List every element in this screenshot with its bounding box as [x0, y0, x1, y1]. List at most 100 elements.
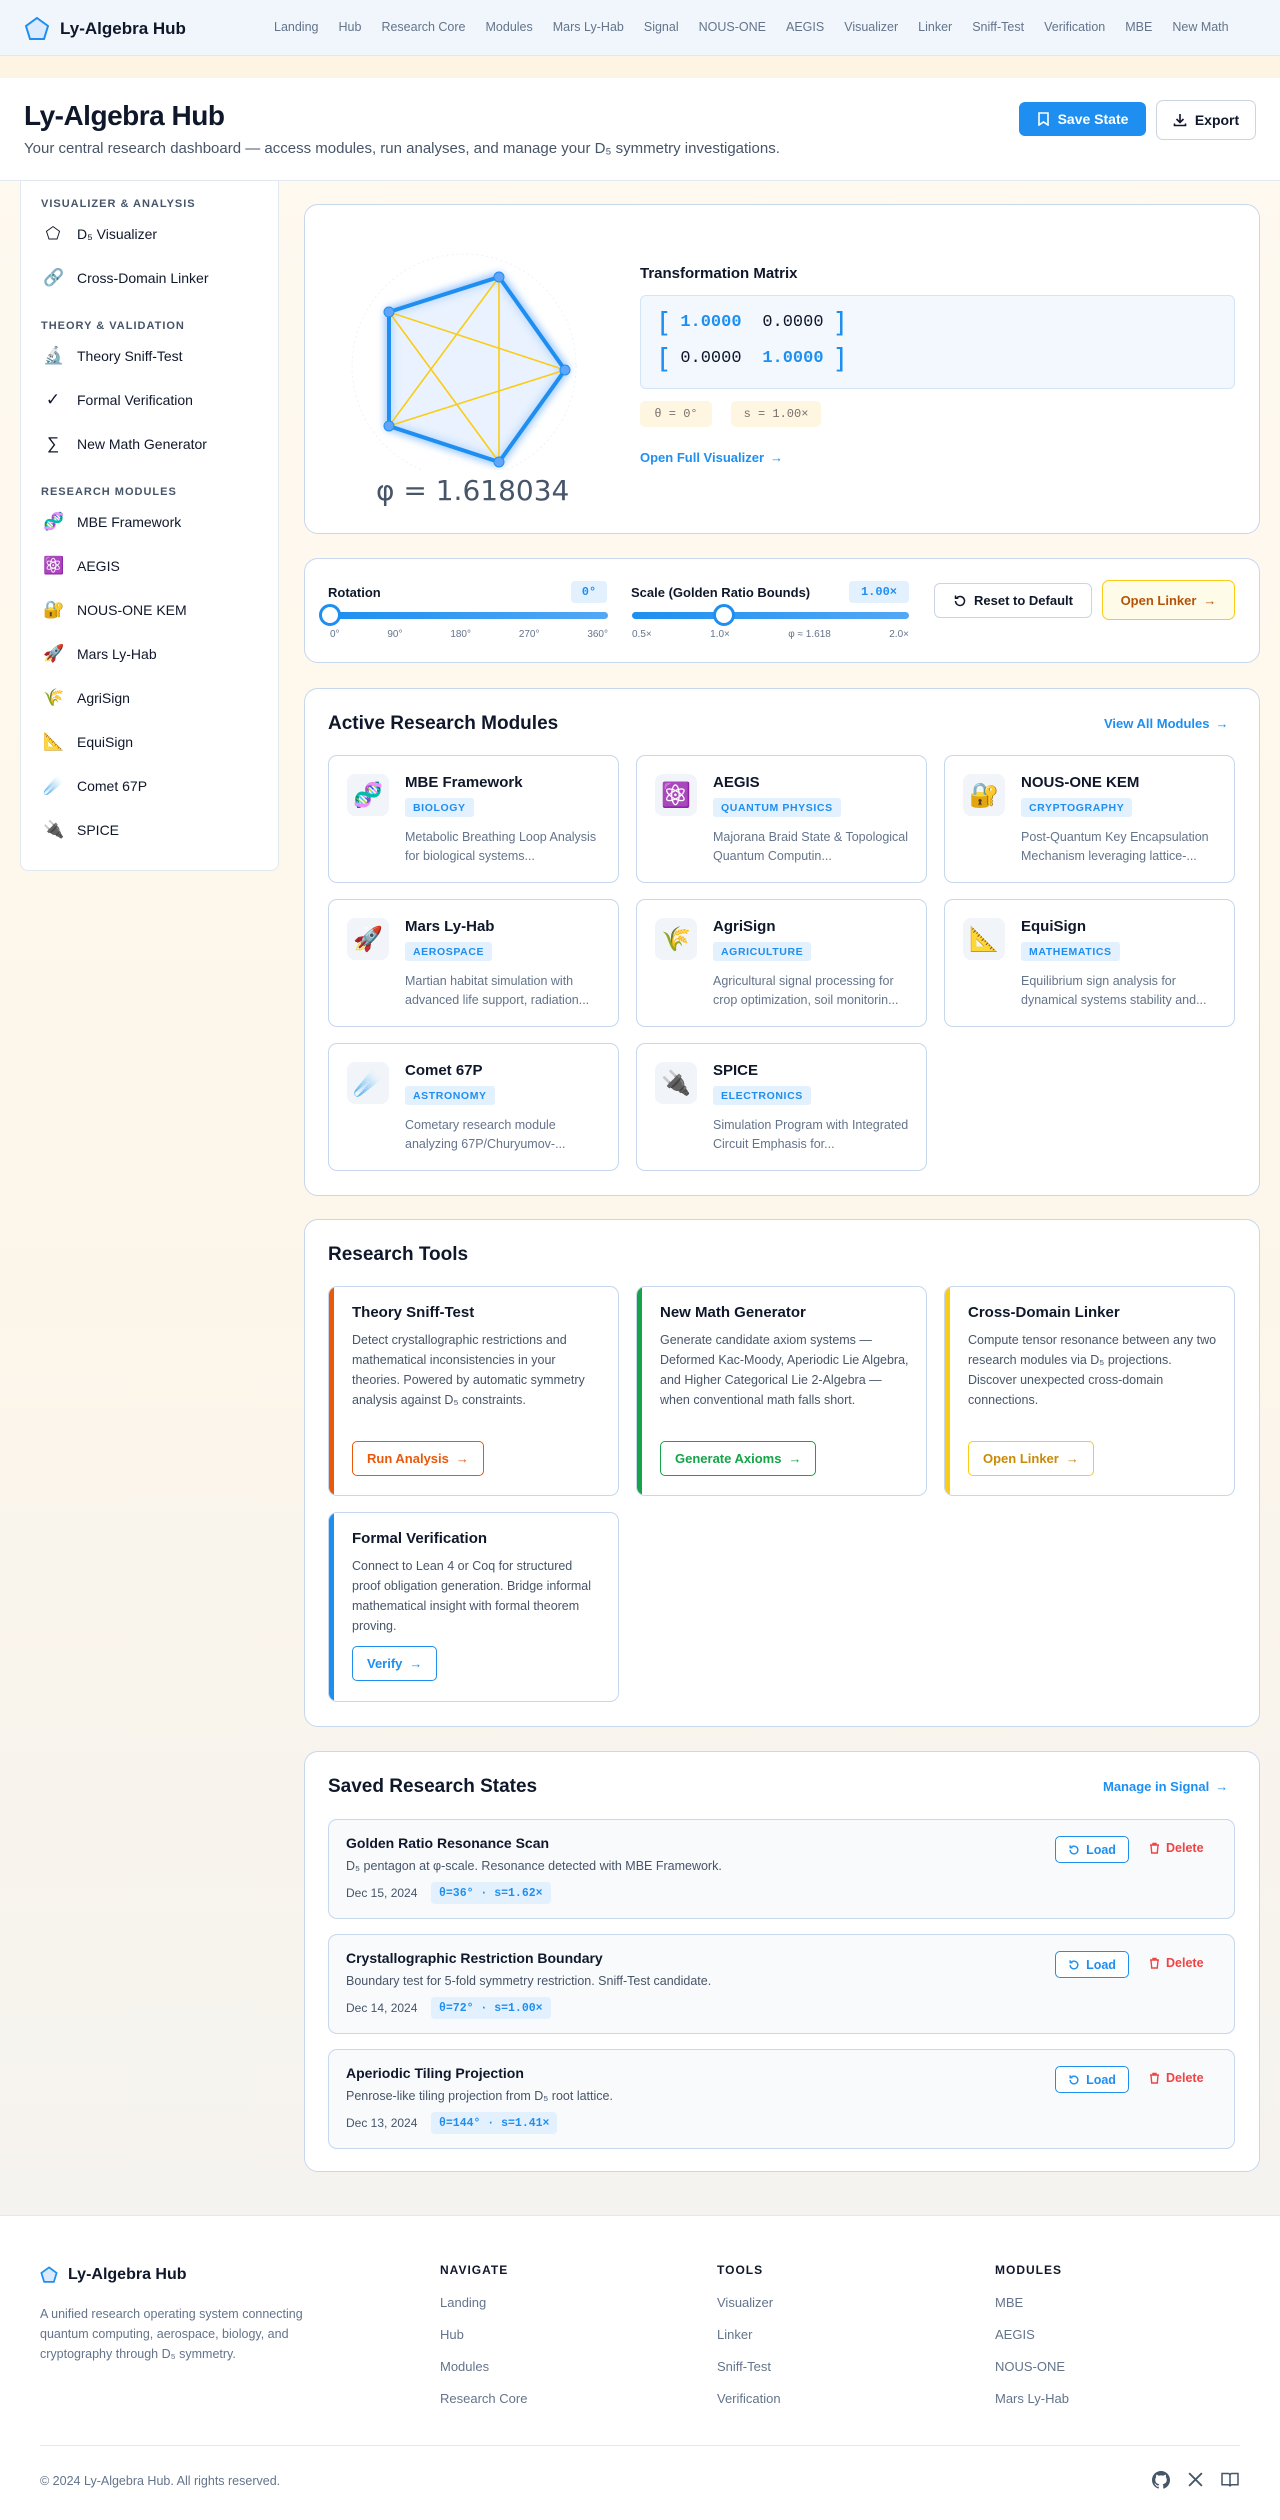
open-linker-button[interactable]: Open Linker → [1102, 580, 1235, 620]
footer-link-visualizer[interactable]: Visualizer [717, 2295, 781, 2327]
module-description: Agricultural signal processing for crop … [713, 974, 899, 1007]
module-icon: 🔐 [963, 774, 1005, 816]
footer-link-hub[interactable]: Hub [440, 2327, 527, 2359]
plug-icon: 🔌 [43, 820, 65, 839]
sidebar-item-label: D₅ Visualizer [77, 226, 158, 242]
trash-icon [1150, 2072, 1159, 2084]
nav-link-signal[interactable]: Signal [644, 20, 679, 34]
saved-state-item: Crystallographic Restriction Boundary Bou… [328, 1934, 1235, 2034]
sidebar-item-equisign[interactable]: 📐 EquiSign [43, 732, 133, 752]
tool-card-new-math-generator: New Math Generator Generate candidate axi… [636, 1286, 927, 1496]
brand-logo[interactable]: Ly-Algebra Hub [24, 16, 186, 42]
footer-brand[interactable]: Ly-Algebra Hub [40, 2266, 187, 2284]
load-state-button[interactable]: Load [1055, 1951, 1129, 1978]
tool-verify-button[interactable]: Verify → [352, 1646, 438, 1681]
saved-state-description: Boundary test for 5-fold symmetry restri… [346, 1974, 712, 1988]
nav-link-modules[interactable]: Modules [486, 20, 533, 34]
module-card-spice[interactable]: 🔌 SPICE ELECTRONICS Simulation Program with… [636, 1043, 927, 1171]
footer-link-mbe[interactable]: MBE [995, 2295, 1069, 2327]
arrow-right-icon: → [1203, 592, 1217, 608]
sidebar-item-comet-67p[interactable]: ☄️ Comet 67P [43, 776, 147, 796]
view-all-modules-link[interactable]: View All Modules → [1104, 716, 1228, 731]
github-icon[interactable] [1152, 2471, 1170, 2489]
save-state-button[interactable]: Save State [1019, 102, 1146, 136]
open-full-visualizer-link[interactable]: Open Full Visualizer → [640, 450, 783, 465]
load-label: Load [1086, 2072, 1116, 2087]
nav-link-new-math[interactable]: New Math [1172, 20, 1228, 34]
module-card-nous-one-kem[interactable]: 🔐 NOUS-ONE KEM CRYPTOGRAPHY Post-Quantum Ke… [944, 755, 1235, 883]
delete-state-button[interactable]: Delete [1149, 1841, 1204, 1855]
sidebar-item-agrisign[interactable]: 🌾 AgriSign [43, 688, 130, 708]
nav-link-sniff-test[interactable]: Sniff-Test [972, 20, 1024, 34]
matrix-bracket-right: ] [833, 342, 845, 375]
footer-link-aegis[interactable]: AEGIS [995, 2327, 1069, 2359]
nav-link-mars-ly-hab[interactable]: Mars Ly-Hab [553, 20, 624, 34]
footer-link-mars-ly-hab[interactable]: Mars Ly-Hab [995, 2391, 1069, 2423]
sidebar-item-spice[interactable]: 🔌 SPICE [43, 820, 119, 840]
module-title: Mars Ly-Hab [405, 918, 495, 935]
sidebar-item-mbe-framework[interactable]: 🧬 MBE Framework [43, 512, 181, 532]
sidebar-item-cross-domain-linker[interactable]: 🔗 Cross-Domain Linker [43, 268, 208, 288]
rotation-slider-thumb[interactable] [319, 604, 341, 626]
sidebar-item-theory-sniff-test[interactable]: 🔬 Theory Sniff-Test [43, 346, 183, 366]
nav-link-mbe[interactable]: MBE [1125, 20, 1152, 34]
saved-state-params: θ=144° · s=1.41× [431, 2112, 558, 2134]
footer-link-verification[interactable]: Verification [717, 2391, 781, 2423]
sidebar-item-formal-verification[interactable]: ✓ Formal Verification [43, 390, 193, 410]
nav-link-verification[interactable]: Verification [1044, 20, 1105, 34]
footer-link-linker[interactable]: Linker [717, 2327, 781, 2359]
footer-column-title: MODULES [995, 2263, 1062, 2277]
matrix-row: [ 1.0000 0.0000 ] [659, 306, 845, 339]
slider-tick-label: φ ≈ 1.618 [788, 629, 831, 640]
book-icon[interactable] [1221, 2471, 1239, 2488]
rotation-slider-track[interactable] [330, 612, 608, 619]
nav-link-visualizer[interactable]: Visualizer [844, 20, 898, 34]
manage-in-signal-link[interactable]: Manage in Signal → [1103, 1779, 1228, 1794]
open-linker-label: Open Linker [1120, 592, 1197, 608]
tool-card-formal-verification: Formal Verification Connect to Lean 4 or … [328, 1512, 619, 1702]
sidebar-item-mars-ly-hab[interactable]: 🚀 Mars Ly-Hab [43, 644, 157, 664]
nav-link-landing[interactable]: Landing [274, 20, 319, 34]
module-card-equisign[interactable]: 📐 EquiSign MATHEMATICS Equilibrium sign ana… [944, 899, 1235, 1027]
module-card-aegis[interactable]: ⚛️ AEGIS QUANTUM PHYSICS Majorana Braid Sta… [636, 755, 927, 883]
tool-generate-axioms-button[interactable]: Generate Axioms → [660, 1441, 817, 1476]
footer-link-nous-one[interactable]: NOUS-ONE [995, 2359, 1069, 2391]
sidebar-item-d-visualizer[interactable]: ⬠ D₅ Visualizer [43, 224, 157, 244]
slider-tick-label: 270° [518, 629, 540, 640]
comet-icon: ☄️ [43, 776, 65, 795]
module-card-comet-67p[interactable]: ☄️ Comet 67P ASTRONOMY Cometary research mo… [328, 1043, 619, 1171]
footer-link-research-core[interactable]: Research Core [440, 2391, 527, 2423]
nav-link-linker[interactable]: Linker [918, 20, 952, 34]
delete-state-button[interactable]: Delete [1149, 1956, 1204, 1970]
sidebar-item-new-math-generator[interactable]: ∑ New Math Generator [43, 434, 207, 454]
module-card-agrisign[interactable]: 🌾 AgriSign AGRICULTURE Agricultural signal … [636, 899, 927, 1027]
bookmark-icon [1037, 112, 1049, 126]
module-description: Post-Quantum Key Encapsulation Mechanism… [1021, 830, 1209, 863]
module-card-mars-ly-hab[interactable]: 🚀 Mars Ly-Hab AEROSPACE Martian habitat sim… [328, 899, 619, 1027]
delete-state-button[interactable]: Delete [1149, 2071, 1204, 2085]
scale-slider-track[interactable] [632, 612, 909, 619]
x-icon[interactable] [1187, 2471, 1204, 2488]
refresh-icon [1069, 1844, 1079, 1854]
nav-link-nous-one[interactable]: NOUS-ONE [699, 20, 766, 34]
rotation-label: Rotation [328, 585, 381, 600]
load-state-button[interactable]: Load [1055, 1836, 1129, 1863]
tool-run-analysis-button[interactable]: Run Analysis → [352, 1441, 484, 1476]
load-state-button[interactable]: Load [1055, 2066, 1129, 2093]
reset-default-label: Reset to Default [974, 593, 1073, 608]
module-card-mbe-framework[interactable]: 🧬 MBE Framework BIOLOGY Metabolic Breathing… [328, 755, 619, 883]
d5-pentagon-canvas[interactable] [346, 250, 582, 470]
sidebar-item-aegis[interactable]: ⚛️ AEGIS [43, 556, 120, 576]
nav-link-aegis[interactable]: AEGIS [786, 20, 824, 34]
footer-link-modules[interactable]: Modules [440, 2359, 527, 2391]
sidebar-item-nous-one-kem[interactable]: 🔐 NOUS-ONE KEM [43, 600, 187, 620]
nav-link-hub[interactable]: Hub [339, 20, 362, 34]
nav-link-research-core[interactable]: Research Core [381, 20, 465, 34]
export-button[interactable]: Export [1156, 100, 1256, 140]
module-description: Metabolic Breathing Loop Analysis for bi… [405, 830, 597, 863]
footer-link-sniff-test[interactable]: Sniff-Test [717, 2359, 781, 2391]
reset-default-button[interactable]: Reset to Default [934, 583, 1092, 618]
tool-open-linker-button[interactable]: Open Linker → [968, 1441, 1094, 1476]
rotation-ticks: 0° 90° 180° 270° 360° [330, 629, 608, 640]
footer-link-landing[interactable]: Landing [440, 2295, 527, 2327]
